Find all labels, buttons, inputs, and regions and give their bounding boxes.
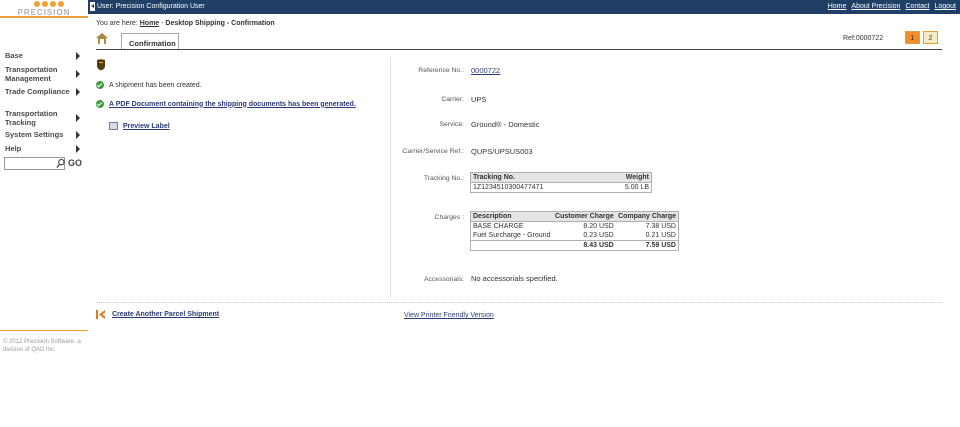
table-header: Description (470, 211, 553, 222)
reference-value[interactable]: 0000722 (471, 66, 500, 75)
create-another-shipment-button[interactable]: Create Another Parcel Shipment (96, 310, 219, 319)
top-link-home[interactable]: Home (828, 3, 847, 10)
table-row: BASE CHARGE 8.20 USD 7.38 USD (471, 222, 679, 232)
tab-confirmation[interactable]: Confirmation (121, 33, 179, 50)
sidebar: PRECISION Base Transportation Management… (0, 0, 88, 427)
chevron-right-icon (76, 130, 80, 139)
tracking-table: Tracking No. Weight 1Z1234510300477471 5… (470, 172, 652, 193)
sidebar-item-system-settings[interactable]: System Settings (5, 130, 85, 139)
ups-logo-icon (97, 59, 105, 71)
tracking-number: 1Z1234510300477471 (473, 184, 544, 191)
table-header: Company Charge (615, 211, 679, 222)
table-header: Weight (601, 172, 652, 183)
weight: 5.00 LB (624, 184, 649, 191)
chevron-right-icon (76, 144, 80, 153)
go-button[interactable]: GO (68, 158, 82, 168)
sidebar-item-help[interactable]: Help (5, 144, 85, 153)
breadcrumb-page1: Desktop Shipping (165, 20, 225, 27)
sidebar-item-label: Transportation Management (5, 65, 58, 83)
breadcrumb-home[interactable]: Home (140, 20, 159, 27)
breadcrumb-prefix: You are here: (96, 20, 138, 27)
chevron-right-icon (76, 70, 80, 78)
charge-description: Fuel Surcharge - Ground (473, 232, 551, 239)
logo-dots (34, 1, 64, 7)
ref-number: Ref:0000722 (843, 35, 884, 42)
tracking-label: Tracking No.: (423, 175, 464, 182)
table-header: Customer Charge (552, 211, 616, 222)
table-row: Fuel Surcharge - Ground 0.23 USD 0.21 US… (471, 231, 679, 241)
copyright: © 2012 Precision Software, a division of… (0, 330, 88, 354)
collapse-sidebar-icon[interactable] (90, 2, 95, 11)
search-icon[interactable] (56, 158, 65, 169)
printer-friendly-link[interactable]: View Printer Friendly Version (404, 312, 494, 319)
sidebar-item-label: System Settings (5, 130, 64, 139)
shipment-created-text: A shipment has been created. (109, 81, 202, 89)
page-1-button[interactable]: 1 (905, 31, 920, 44)
sidebar-item-trade-compliance[interactable]: Trade Compliance (5, 87, 85, 96)
table-header-row: Tracking No. Weight (470, 172, 652, 183)
table-header: Tracking No. (470, 172, 602, 183)
chevron-right-icon (76, 51, 80, 60)
printer-icon (109, 122, 118, 130)
pdf-document-link[interactable]: A PDF Document containing the shipping d… (109, 101, 356, 108)
sidebar-item-base[interactable]: Base (5, 51, 85, 60)
sidebar-item-label: Base (5, 51, 23, 60)
customer-charge: 8.20 USD (583, 223, 614, 230)
charges-table: Description Customer Charge Company Char… (470, 211, 679, 251)
pdf-generated-message: A PDF Document containing the shipping d… (96, 100, 356, 108)
sidebar-item-transportation-tracking[interactable]: Transportation Tracking (5, 109, 85, 127)
restart-icon (96, 310, 105, 319)
shipment-created-message: A shipment has been created. (96, 81, 202, 89)
company-charge-total: 7.59 USD (615, 240, 679, 251)
table-total-row: 8.43 USD 7.59 USD (470, 240, 679, 251)
vertical-divider (390, 57, 391, 297)
charges-label: Charges : (434, 214, 464, 221)
home-icon[interactable] (96, 33, 108, 44)
top-link-logout[interactable]: Logout (935, 3, 956, 10)
reference-link[interactable]: 0000722 (471, 66, 500, 75)
logo[interactable]: PRECISION (0, 0, 88, 18)
top-link-contact[interactable]: Contact (905, 3, 929, 10)
sidebar-item-label: Help (5, 144, 22, 153)
horizontal-divider (96, 302, 942, 303)
page-2-button[interactable]: 2 (923, 31, 938, 44)
preview-label-button[interactable]: Preview Label (109, 122, 170, 130)
carrier-service-ref-value: QUPS/UPSUS003 (471, 147, 533, 156)
total-label (470, 240, 553, 251)
sidebar-item-label: Trade Compliance (5, 87, 70, 96)
top-link-about[interactable]: About Precision (851, 3, 900, 10)
breadcrumb-page2: Confirmation (231, 20, 275, 27)
tab-underline (96, 49, 942, 50)
charge-description: BASE CHARGE (473, 223, 524, 230)
sidebar-item-transportation-management[interactable]: Transportation Management (5, 65, 85, 83)
check-icon (96, 81, 104, 89)
check-icon (96, 100, 104, 108)
search-input[interactable] (4, 157, 65, 170)
company-charge: 7.38 USD (645, 223, 676, 230)
sidebar-item-label: Transportation Tracking (5, 109, 58, 127)
logo-text: PRECISION (17, 8, 71, 17)
accessorials-value: No accessorials specified. (471, 274, 558, 283)
company-charge: 0.21 USD (645, 232, 676, 239)
user-label: User: Precision Configuration User (97, 3, 205, 10)
service-value: Ground® - Domestic (471, 120, 540, 129)
breadcrumb: You are here: Home - Desktop Shipping - … (96, 20, 275, 27)
reference-label: Reference No.: (418, 67, 464, 74)
accessorials-label: Accessorials: (423, 276, 464, 283)
top-bar: User: Precision Configuration User Home … (88, 0, 960, 14)
carrier-value: UPS (471, 95, 487, 104)
service-label: Service: (439, 121, 464, 128)
table-row: 1Z1234510300477471 5.00 LB (471, 183, 652, 193)
customer-charge-total: 8.43 USD (552, 240, 616, 251)
chevron-right-icon (76, 114, 80, 122)
top-links: Home About Precision Contact Logout (828, 3, 956, 10)
table-header-row: Description Customer Charge Company Char… (470, 211, 679, 222)
chevron-right-icon (76, 87, 80, 96)
preview-label-text: Preview Label (123, 122, 170, 130)
customer-charge: 0.23 USD (583, 232, 614, 239)
create-another-shipment-text: Create Another Parcel Shipment (112, 311, 220, 318)
carrier-label: Carrier: (441, 96, 464, 103)
carrier-service-ref-label: Carrier/Service Ref.: (402, 148, 464, 155)
